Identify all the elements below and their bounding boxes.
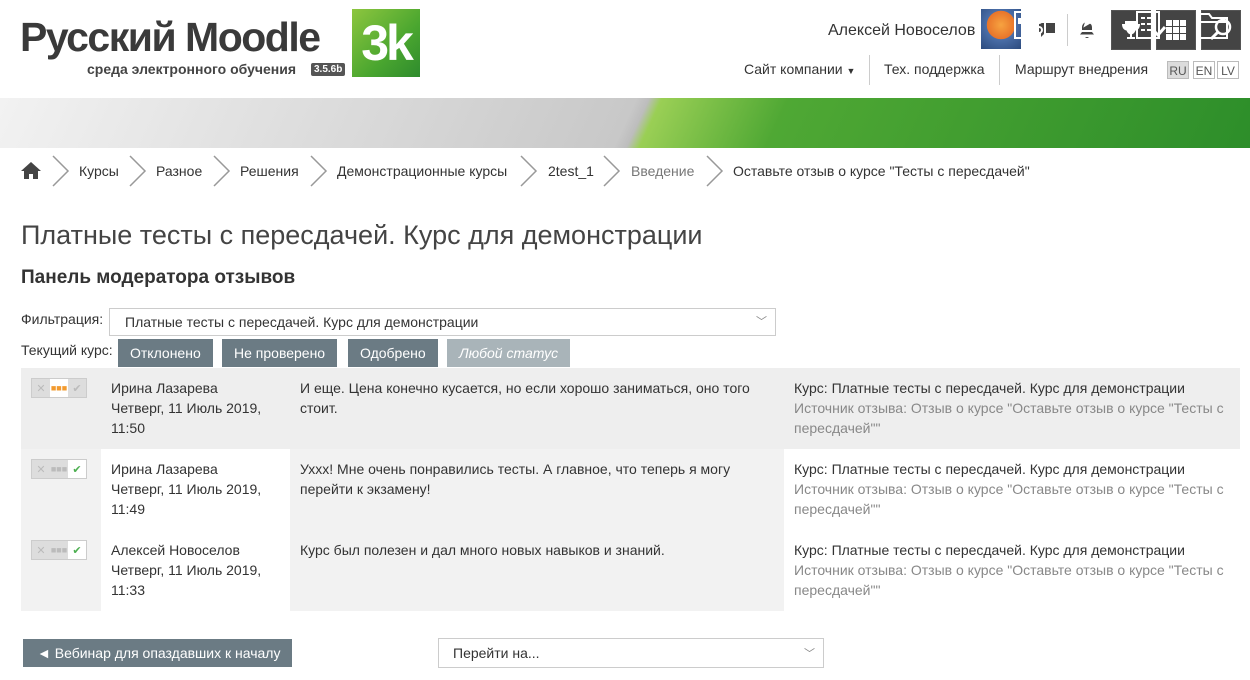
breadcrumb-item[interactable]: Демонстрационные курсы	[337, 163, 507, 179]
nav-roadmap-link[interactable]: Маршрут внедрения	[1015, 61, 1148, 77]
certificate-icon[interactable]	[1072, 8, 1108, 42]
filter-label: Фильтрация:	[21, 311, 104, 327]
status-rejected-button[interactable]: Отклонено	[118, 339, 213, 367]
review-course: Курс: Платные тесты с пересдачей. Курс д…	[794, 459, 1234, 519]
nav-separator	[869, 55, 870, 85]
review-text: Курс был полезен и дал много новых навык…	[290, 530, 784, 611]
review-source: Источник отзыва: Отзыв о курсе "Оставьте…	[794, 481, 1224, 517]
review-course-name: Курс: Платные тесты с пересдачей. Курс д…	[794, 380, 1185, 396]
review-source: Источник отзыва: Отзыв о курсе "Оставьте…	[794, 562, 1224, 598]
moderation-toggle[interactable]: ✕ ■■■ ✔	[31, 459, 87, 479]
logo-text[interactable]: Русский Moodle	[20, 14, 321, 60]
lang-ru-button[interactable]: RU	[1167, 61, 1189, 79]
review-date: Четверг, 11 Июль 2019, 11:33	[111, 562, 262, 598]
breadcrumb-item[interactable]: Введение	[631, 163, 694, 179]
review-course: Курс: Платные тесты с пересдачей. Курс д…	[794, 540, 1234, 600]
breadcrumb-chevron-icon	[603, 155, 621, 187]
user-name[interactable]: Алексей Новоселов	[828, 22, 975, 40]
chevron-down-icon: ﹀	[756, 316, 767, 328]
breadcrumb-item[interactable]: Разное	[156, 163, 202, 179]
reject-icon[interactable]: ✕	[32, 379, 50, 397]
panel-title: Панель модератора отзывов	[21, 267, 296, 288]
table-row: ✕ ■■■ ✔ Алексей Новоселов Четверг, 11 Ию…	[21, 530, 1240, 611]
review-source: Источник отзыва: Отзыв о курсе "Оставьте…	[794, 400, 1224, 436]
pending-icon[interactable]: ■■■	[50, 379, 68, 397]
chevron-down-icon: ﹀	[804, 648, 815, 660]
review-author[interactable]: Ирина Лазарева	[111, 378, 286, 398]
breadcrumb-current: Оставьте отзыв о курсе "Тесты с пересдач…	[733, 163, 1030, 179]
checklist-icon[interactable]	[1133, 8, 1169, 42]
status-approved-button[interactable]: Одобрено	[348, 339, 438, 367]
review-text: И еще. Цена конечно кусается, но если хо…	[300, 380, 750, 416]
breadcrumb-chevron-icon	[310, 155, 328, 187]
header-band	[0, 98, 1250, 148]
review-course-name: Курс: Платные тесты с пересдачей. Курс д…	[794, 542, 1185, 558]
version-badge: 3.5.6b	[311, 63, 346, 76]
home-icon[interactable]	[20, 160, 42, 183]
pending-icon[interactable]: ■■■	[50, 460, 68, 478]
current-course-label: Текущий курс:	[21, 342, 113, 358]
breadcrumb-chevron-icon	[52, 155, 70, 187]
breadcrumb-item[interactable]: Решения	[240, 163, 299, 179]
review-meta: Ирина Лазарева Четверг, 11 Июль 2019, 11…	[111, 459, 286, 519]
breadcrumb-chevron-icon	[520, 155, 538, 187]
review-meta: Алексей Новоселов Четверг, 11 Июль 2019,…	[111, 540, 286, 600]
review-date: Четверг, 11 Июль 2019, 11:50	[111, 400, 262, 436]
breadcrumb-chevron-icon	[129, 155, 147, 187]
breadcrumb-item[interactable]: Курсы	[79, 163, 119, 179]
nav-separator	[999, 55, 1000, 85]
moderation-toggle[interactable]: ✕ ■■■ ✔	[31, 378, 87, 398]
prev-activity-button[interactable]: ◄ Вебинар для опаздавших к началу	[23, 639, 292, 667]
lang-en-button[interactable]: EN	[1193, 61, 1215, 79]
logo-badge[interactable]: 3k	[352, 9, 420, 77]
review-course-name: Курс: Платные тесты с пересдачей. Курс д…	[794, 461, 1185, 477]
approve-icon[interactable]: ✔	[68, 541, 86, 559]
nav-support-link[interactable]: Тех. поддержка	[884, 61, 985, 77]
moderation-cell: ✕ ■■■ ✔	[21, 368, 101, 449]
reject-icon[interactable]: ✕	[32, 460, 50, 478]
breadcrumb-item[interactable]: 2test_1	[548, 163, 594, 179]
review-course: Курс: Платные тесты с пересдачей. Курс д…	[794, 378, 1234, 438]
nav-company-dropdown[interactable]: Сайт компании ▼	[744, 61, 855, 77]
approve-icon[interactable]: ✔	[68, 460, 86, 478]
page-title: Платные тесты с пересдачей. Курс для дем…	[21, 220, 703, 250]
review-author[interactable]: Ирина Лазарева	[111, 459, 286, 479]
review-date: Четверг, 11 Июль 2019, 11:49	[111, 481, 262, 517]
moderation-cell: ✕ ■■■ ✔	[21, 449, 101, 530]
table-row: ✕ ■■■ ✔ Ирина Лазарева Четверг, 11 Июль …	[21, 368, 1240, 449]
review-meta: Ирина Лазарева Четверг, 11 Июль 2019, 11…	[111, 378, 286, 438]
status-unchecked-button[interactable]: Не проверено	[222, 339, 338, 367]
status-any-button[interactable]: Любой статус	[447, 339, 571, 367]
logo-subtitle: среда электронного обучения	[87, 61, 297, 77]
reject-icon[interactable]: ✕	[32, 541, 50, 559]
controls-icon[interactable]	[1012, 8, 1048, 42]
breadcrumb-chevron-icon	[706, 155, 724, 187]
moderation-cell: ✕ ■■■ ✔	[21, 530, 101, 611]
breadcrumb-chevron-icon	[213, 155, 231, 187]
jump-to-select[interactable]: Перейти на... ﹀	[438, 638, 824, 668]
moderation-toggle[interactable]: ✕ ■■■ ✔	[31, 540, 87, 560]
approve-icon[interactable]: ✔	[68, 379, 86, 397]
review-author[interactable]: Алексей Новоселов	[111, 540, 286, 560]
table-row: ✕ ■■■ ✔ Ирина Лазарева Четверг, 11 Июль …	[21, 449, 1240, 530]
filter-course-select[interactable]: Платные тесты с пересдачей. Курс для дем…	[109, 308, 776, 336]
folder-icon[interactable]	[1194, 8, 1230, 42]
review-text: Уххх! Мне очень понравились тесты. А гла…	[290, 449, 784, 530]
pending-icon[interactable]: ■■■	[50, 541, 68, 559]
lang-lv-button[interactable]: LV	[1217, 61, 1239, 79]
